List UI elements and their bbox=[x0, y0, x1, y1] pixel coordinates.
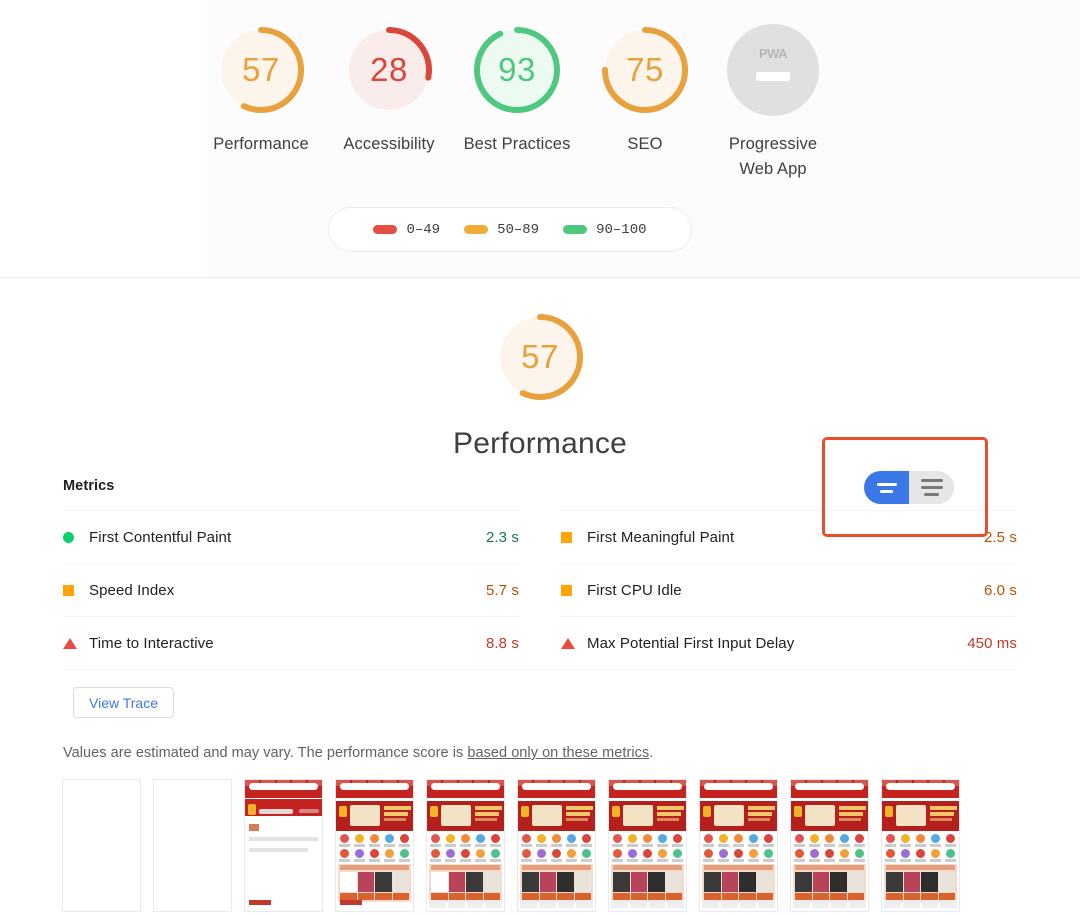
score-gauge-performance[interactable]: 57 Performance bbox=[207, 18, 315, 157]
metric-description-toggle[interactable] bbox=[864, 471, 954, 504]
filmstrip-frame bbox=[426, 779, 505, 912]
gauge-label-seo: SEO bbox=[627, 135, 663, 153]
thumb-loadbar-area bbox=[245, 799, 322, 816]
metric-name: Max Potential First Input Delay bbox=[587, 634, 795, 652]
score-gauges: 57 Performance 28 Accessibility 93 Best … bbox=[207, 18, 827, 182]
metric-value: 8.8 s bbox=[485, 634, 519, 652]
table-row[interactable]: First Contentful Paint 2.3 s bbox=[63, 510, 519, 563]
thumb-header bbox=[245, 780, 322, 798]
metric-indicator-pass-icon bbox=[63, 531, 89, 543]
gauge-ring-accessibility: 28 bbox=[337, 18, 441, 122]
metric-indicator-average-icon bbox=[63, 584, 89, 596]
filmstrip-frame bbox=[790, 779, 869, 912]
metrics-column-left: First Contentful Paint 2.3 s Speed Index… bbox=[63, 510, 519, 669]
score-gauge-best-practices[interactable]: 93 Best Practices bbox=[463, 18, 571, 157]
pwa-disc bbox=[727, 24, 819, 116]
toggle-line-icon bbox=[880, 489, 893, 493]
metric-indicator-fail-icon bbox=[63, 637, 89, 649]
filmstrip-frame bbox=[62, 779, 141, 912]
category-gauge-score: 57 bbox=[521, 338, 559, 375]
legend-label-fail: 0–49 bbox=[406, 221, 441, 238]
category-gauge-performance: 57 bbox=[488, 305, 592, 409]
filmstrip-frame bbox=[244, 779, 323, 912]
view-trace-button[interactable]: View Trace bbox=[73, 687, 174, 718]
toggle-option-compact-view[interactable] bbox=[864, 471, 909, 504]
legend-item-fail: 0–49 bbox=[373, 222, 440, 238]
gauge-score-accessibility: 28 bbox=[370, 51, 408, 88]
table-row[interactable]: Speed Index 5.7 s bbox=[63, 563, 519, 616]
filmstrip-frame bbox=[699, 779, 778, 912]
legend-chip-orange-icon bbox=[464, 225, 489, 234]
filmstrip-frame bbox=[517, 779, 596, 912]
filmstrip-frame bbox=[335, 779, 414, 912]
performance-category-section: 57 Performance bbox=[0, 278, 1080, 461]
disclaimer-text: Values are estimated and may vary. The p… bbox=[63, 745, 468, 761]
toggle-line-icon bbox=[920, 486, 943, 489]
thumb-logo bbox=[249, 900, 271, 905]
scores-band: 57 Performance 28 Accessibility 93 Best … bbox=[0, 0, 1080, 278]
gauge-ring-best-practices: 93 bbox=[465, 18, 569, 122]
toggle-option-expanded-view[interactable] bbox=[909, 471, 954, 504]
toggle-line-icon bbox=[876, 482, 897, 486]
metric-name: First CPU Idle bbox=[587, 581, 682, 599]
pwa-dash-icon bbox=[756, 72, 790, 81]
metric-indicator-average-icon bbox=[561, 584, 587, 596]
legend-item-average: 50–89 bbox=[464, 222, 539, 238]
gauge-label-accessibility: Accessibility bbox=[343, 135, 435, 153]
toggle-line-icon bbox=[920, 479, 943, 482]
gauge-score-best-practices: 93 bbox=[498, 51, 536, 88]
pwa-badge: PWA bbox=[721, 18, 825, 122]
disclaimer-link[interactable]: based only on these metrics bbox=[467, 745, 649, 761]
metric-value: 6.0 s bbox=[983, 581, 1017, 599]
metric-indicator-average-icon bbox=[561, 531, 587, 543]
metric-value: 2.5 s bbox=[983, 528, 1017, 546]
legend-chip-green-icon bbox=[563, 225, 588, 234]
filmstrip-frame bbox=[608, 779, 687, 912]
gauge-score-performance: 57 bbox=[242, 51, 280, 88]
score-gauge-seo[interactable]: 75 SEO bbox=[591, 18, 699, 157]
gauge-label-performance: Performance bbox=[213, 135, 309, 153]
category-header: 57 Performance bbox=[0, 278, 1080, 461]
screenshot-filmstrip bbox=[62, 779, 1080, 912]
metrics-heading: Metrics bbox=[63, 478, 115, 494]
lighthouse-report: 57 Performance 28 Accessibility 93 Best … bbox=[0, 0, 1080, 915]
gauge-ring-performance: 57 bbox=[209, 18, 313, 122]
metric-value: 5.7 s bbox=[485, 581, 519, 599]
score-gauge-pwa[interactable]: PWA Progressive Web App bbox=[719, 18, 827, 182]
page-title: Performance bbox=[453, 427, 627, 460]
metric-value: 450 ms bbox=[967, 634, 1017, 652]
toggle-line-icon bbox=[924, 493, 939, 496]
score-gauge-accessibility[interactable]: 28 Accessibility bbox=[335, 18, 443, 157]
thumb-placeholder-lines bbox=[249, 824, 318, 859]
legend-label-average: 50–89 bbox=[497, 221, 540, 238]
metric-name: Time to Interactive bbox=[89, 634, 214, 652]
metric-indicator-fail-icon bbox=[561, 637, 587, 649]
metrics-bottom-divider bbox=[63, 669, 1017, 670]
score-legend: 0–49 50–89 90–100 bbox=[328, 207, 692, 252]
table-row[interactable]: Time to Interactive 8.8 s bbox=[63, 616, 519, 669]
legend-chip-red-icon bbox=[373, 225, 398, 234]
gauge-label-pwa: Progressive Web App bbox=[728, 135, 818, 178]
table-row[interactable]: Max Potential First Input Delay 450 ms bbox=[561, 616, 1017, 669]
gauge-label-best-practices: Best Practices bbox=[463, 135, 571, 153]
metric-name: First Contentful Paint bbox=[89, 528, 232, 546]
metrics-disclaimer: Values are estimated and may vary. The p… bbox=[63, 745, 653, 761]
gauge-ring-seo: 75 bbox=[593, 18, 697, 122]
filmstrip-frame bbox=[881, 779, 960, 912]
metric-value: 2.3 s bbox=[485, 528, 519, 546]
filmstrip-frame bbox=[153, 779, 232, 912]
pwa-label-icon: PWA bbox=[758, 46, 788, 61]
metric-name: Speed Index bbox=[89, 581, 175, 599]
legend-label-pass: 90–100 bbox=[596, 221, 647, 238]
table-row[interactable]: First CPU Idle 6.0 s bbox=[561, 563, 1017, 616]
disclaimer-suffix: . bbox=[649, 745, 654, 761]
legend-item-pass: 90–100 bbox=[563, 221, 647, 238]
gauge-score-seo: 75 bbox=[626, 51, 664, 88]
